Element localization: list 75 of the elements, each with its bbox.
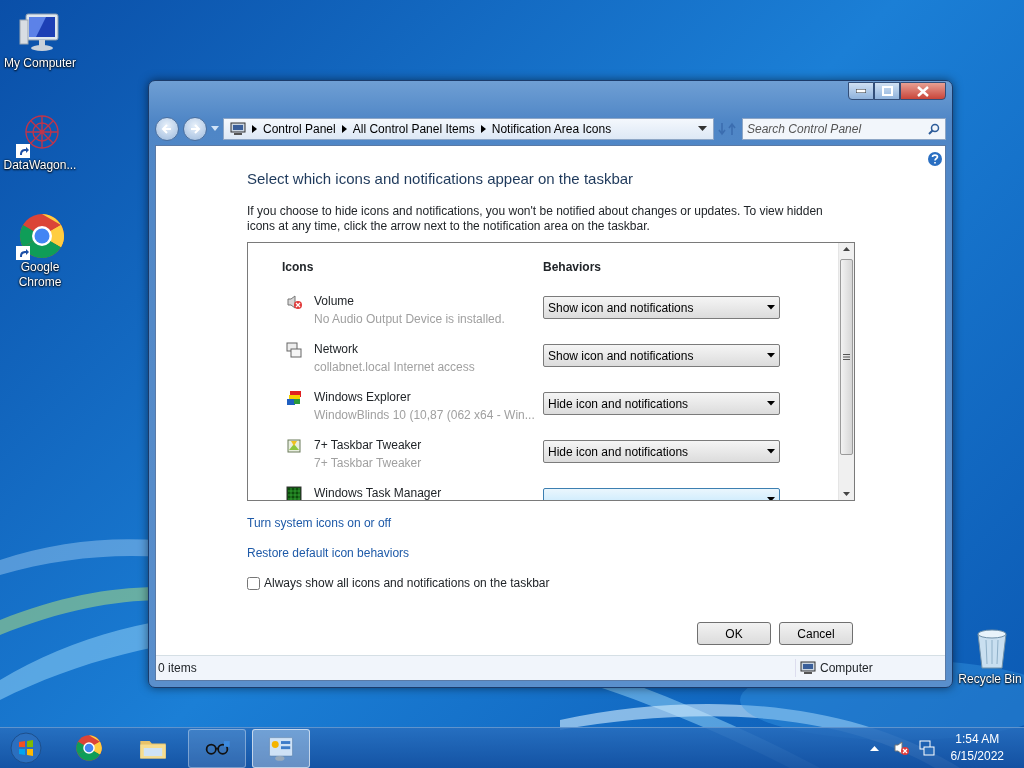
- item-name: Volume: [314, 293, 356, 310]
- minimize-button[interactable]: [848, 82, 874, 100]
- desktop-icon-label[interactable]: My Computer: [4, 56, 76, 71]
- link[interactable]: Turn system icons on or off: [247, 514, 392, 532]
- taskbar-button[interactable]: [252, 728, 310, 768]
- ok-button[interactable]: OK: [697, 622, 771, 645]
- speaker-muted-icon: [286, 294, 302, 310]
- control-panel-icon: [266, 734, 296, 762]
- grip-icon: [843, 354, 850, 360]
- item-count: 0 items: [156, 659, 796, 677]
- item-detail: No Audio Output Device is installed.: [314, 311, 506, 328]
- close-icon: [917, 85, 929, 97]
- minimize-icon: [856, 89, 866, 93]
- item-detail: collabnet.local Internet access: [314, 359, 476, 376]
- maximize-icon: [881, 86, 893, 96]
- checkbox-label: Always show all icons and notifications on the taskbar: [264, 575, 550, 592]
- breadcrumb-item[interactable]: Control Panel: [263, 120, 336, 138]
- close-button[interactable]: [900, 82, 946, 100]
- page-heading: Select which icons and notifications appear on the taskbar: [247, 170, 635, 188]
- item-name: 7+ Taskbar Tweaker: [314, 437, 423, 454]
- computer-icon: [230, 122, 246, 136]
- zone-label: Computer: [820, 660, 873, 677]
- address-bar[interactable]: Control Panel All Control Panel Items Notification Area Icons: [223, 118, 714, 140]
- search-field[interactable]: Search Control Panel: [742, 118, 946, 140]
- chrome-icon: [74, 734, 104, 762]
- forward-button[interactable]: [183, 117, 207, 141]
- column-header: Behaviors: [543, 259, 602, 276]
- breadcrumb-item[interactable]: All Control Panel Items: [352, 120, 475, 138]
- item-detail: 7+ Taskbar Tweaker: [314, 455, 423, 472]
- scrollbar-thumb[interactable]: [840, 259, 853, 455]
- colored-blocks-icon: [286, 390, 302, 406]
- task-manager-icon: [286, 486, 302, 500]
- desktop-icon-label[interactable]: Recycle Bin: [958, 672, 1022, 687]
- chevron-icon: [480, 125, 486, 133]
- link[interactable]: Restore default icon behaviors: [247, 544, 410, 562]
- breadcrumb-item[interactable]: Notification Area Icons: [491, 120, 612, 138]
- desktop-icon-label[interactable]: DataWagon...: [3, 158, 77, 173]
- tweaker-icon: [286, 438, 302, 454]
- show-hidden-icons-arrow[interactable]: [869, 745, 879, 751]
- network-icon: [286, 342, 302, 358]
- scrollbar[interactable]: [838, 243, 854, 500]
- back-button[interactable]: [155, 117, 179, 141]
- network-icon[interactable]: [918, 740, 935, 756]
- behavior-dropdown[interactable]: Hide icon and notifications: [543, 392, 780, 415]
- history-dropdown-icon[interactable]: [211, 126, 219, 132]
- caret-icon: [767, 353, 775, 358]
- computer-icon: [800, 661, 816, 675]
- help-icon[interactable]: [928, 152, 942, 166]
- item-name: Windows Task Manager: [314, 485, 443, 500]
- search-icon[interactable]: [928, 123, 940, 135]
- caret-icon: [767, 401, 775, 406]
- item-name: Network: [314, 341, 359, 358]
- forward-arrow-icon: [189, 123, 201, 135]
- start-orb-icon: [10, 732, 42, 764]
- column-header: Icons: [282, 259, 315, 276]
- desktop-icon-label[interactable]: Google Chrome: [0, 260, 80, 290]
- speaker-muted-icon[interactable]: [892, 740, 909, 756]
- behavior-dropdown[interactable]: Show icon and notifications: [543, 296, 780, 319]
- description-text: If you choose to hide icons and notifications, you won't be notified about changes or updates. To view hidden icons at any time, click the arrow next to the notification area on the taskbar.: [247, 204, 824, 234]
- behavior-dropdown[interactable]: Hide icon and notifications: [543, 440, 780, 463]
- cancel-button[interactable]: Cancel: [779, 622, 853, 645]
- taskbar-button[interactable]: [188, 728, 246, 768]
- clock-time[interactable]: 1:54 AM: [950, 731, 1004, 748]
- dropdown-arrow-icon[interactable]: [698, 126, 707, 132]
- chevron-icon: [341, 125, 347, 133]
- behavior-dropdown[interactable]: Show icon and notifications: [543, 344, 780, 367]
- checkbox[interactable]: [247, 576, 260, 590]
- chevron-icon: [252, 125, 257, 133]
- item-name: Windows Explorer: [314, 389, 412, 406]
- back-arrow-icon: [161, 123, 173, 135]
- clock-date[interactable]: 6/15/2022: [950, 748, 1004, 765]
- item-detail: WindowBlinds 10 (10,87 (062 x64 - Win...: [314, 407, 536, 424]
- caret-icon: [767, 449, 775, 454]
- maximize-button[interactable]: [874, 82, 900, 100]
- caret-icon: [767, 305, 775, 310]
